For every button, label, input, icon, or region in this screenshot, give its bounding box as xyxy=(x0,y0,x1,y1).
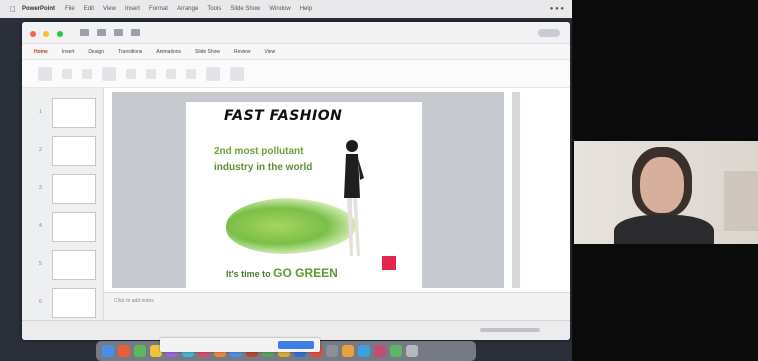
close-icon[interactable] xyxy=(30,30,36,37)
menu-arrange[interactable]: Arrange xyxy=(177,6,198,12)
menu-edit[interactable]: Edit xyxy=(84,6,94,12)
menu-help[interactable]: Help xyxy=(300,6,312,12)
powerpoint-window: Home Insert Design Transitions Animation… xyxy=(22,22,570,340)
minimize-icon[interactable] xyxy=(43,30,50,37)
dock-app-icon[interactable] xyxy=(390,345,402,357)
menu-view[interactable]: View xyxy=(103,6,116,12)
slide-thumbnail[interactable]: 4 xyxy=(39,212,96,242)
screen-share-banner xyxy=(160,338,320,352)
cut-icon[interactable] xyxy=(62,68,72,79)
italic-icon[interactable] xyxy=(166,68,176,79)
stop-share-button[interactable] xyxy=(278,341,314,349)
slide-text-line-2[interactable]: industry in the world xyxy=(214,162,312,173)
underline-icon[interactable] xyxy=(186,68,196,79)
slide-thumbnail[interactable]: 6 xyxy=(39,288,96,318)
menubar-app-name[interactable]: PowerPoint xyxy=(22,6,55,12)
dock-app-icon[interactable] xyxy=(134,345,146,357)
shared-screen:  PowerPoint File Edit View Insert Forma… xyxy=(0,0,572,361)
slide-thumbnail[interactable]: 3 xyxy=(39,174,96,204)
shapes-button[interactable] xyxy=(206,66,220,81)
dock-app-icon[interactable] xyxy=(406,345,418,357)
home-icon[interactable] xyxy=(79,29,89,36)
menu-insert[interactable]: Insert xyxy=(125,6,140,12)
world-map-image[interactable] xyxy=(226,198,356,254)
ribbon-tabs: Home Insert Design Transitions Animation… xyxy=(22,44,570,60)
menu-window[interactable]: Window xyxy=(269,6,290,12)
video-call-view:  PowerPoint File Edit View Insert Forma… xyxy=(0,0,758,361)
layout-button[interactable] xyxy=(126,68,136,79)
tab-view[interactable]: View xyxy=(264,49,275,55)
slide-thumbnails-panel[interactable]: 1 2 3 4 5 6 xyxy=(22,88,104,320)
dock-app-icon[interactable] xyxy=(326,345,338,357)
slide-thumbnail[interactable]: 5 xyxy=(39,250,96,280)
new-slide-button[interactable] xyxy=(102,66,116,81)
share-button[interactable] xyxy=(538,28,560,37)
logo-mark xyxy=(382,256,396,270)
tab-insert[interactable]: Insert xyxy=(62,49,75,55)
menu-format[interactable]: Format xyxy=(149,6,168,12)
slide-text-line-1[interactable]: 2nd most pollutant xyxy=(214,146,303,157)
participant-body xyxy=(614,215,714,244)
bold-icon[interactable] xyxy=(146,68,156,79)
dock-app-icon[interactable] xyxy=(102,345,114,357)
redo-icon[interactable] xyxy=(130,29,140,36)
tab-slide-show[interactable]: Slide Show xyxy=(195,49,220,55)
tab-transitions[interactable]: Transitions xyxy=(118,49,142,55)
save-icon[interactable] xyxy=(96,29,106,36)
maximize-icon[interactable] xyxy=(56,30,63,37)
slide-bottom-prefix: It's time to xyxy=(226,269,274,279)
dock-app-icon[interactable] xyxy=(342,345,354,357)
tab-review[interactable]: Review xyxy=(234,49,250,55)
fashion-figure-image[interactable] xyxy=(338,138,364,262)
apple-icon[interactable]:  xyxy=(10,5,16,14)
slide-text-bottom[interactable]: It's time to GO GREEN xyxy=(226,266,338,280)
paste-button[interactable] xyxy=(38,66,52,81)
slide-thumbnail[interactable]: 1 xyxy=(39,98,96,128)
participant-video-tile[interactable] xyxy=(574,141,758,244)
menu-tools[interactable]: Tools xyxy=(207,6,221,12)
notes-pane[interactable]: Click to add notes xyxy=(104,292,570,320)
dock-app-icon[interactable] xyxy=(118,345,130,357)
copy-icon[interactable] xyxy=(82,68,92,79)
notes-placeholder[interactable]: Click to add notes xyxy=(114,298,154,304)
vertical-scrollbar[interactable] xyxy=(512,92,520,288)
status-bar xyxy=(22,320,570,340)
background-wall xyxy=(724,171,758,231)
slide-title[interactable]: FAST FASHION xyxy=(224,108,342,124)
slide-bottom-emphasis: GO GREEN xyxy=(273,266,338,280)
ribbon-toolbar xyxy=(22,60,570,88)
participant-face xyxy=(640,157,684,213)
current-slide[interactable]: FAST FASHION 2nd most pollutant industry… xyxy=(186,102,422,288)
dock-app-icon[interactable] xyxy=(374,345,386,357)
traffic-lights xyxy=(30,24,66,42)
tab-home[interactable]: Home xyxy=(34,49,48,55)
tab-animations[interactable]: Animations xyxy=(156,49,181,55)
quick-access-toolbar xyxy=(79,29,140,36)
undo-icon[interactable] xyxy=(113,29,123,36)
menubar-status-icons[interactable]: ● ● ● xyxy=(550,6,564,12)
arrange-button[interactable] xyxy=(230,66,244,81)
menu-file[interactable]: File xyxy=(65,6,75,12)
dock-app-icon[interactable] xyxy=(358,345,370,357)
mac-menubar:  PowerPoint File Edit View Insert Forma… xyxy=(0,0,572,18)
window-titlebar xyxy=(22,22,570,44)
tab-design[interactable]: Design xyxy=(88,49,104,55)
zoom-slider[interactable] xyxy=(480,328,540,332)
menu-slide-show[interactable]: Slide Show xyxy=(230,6,260,12)
slide-thumbnail[interactable]: 2 xyxy=(39,136,96,166)
